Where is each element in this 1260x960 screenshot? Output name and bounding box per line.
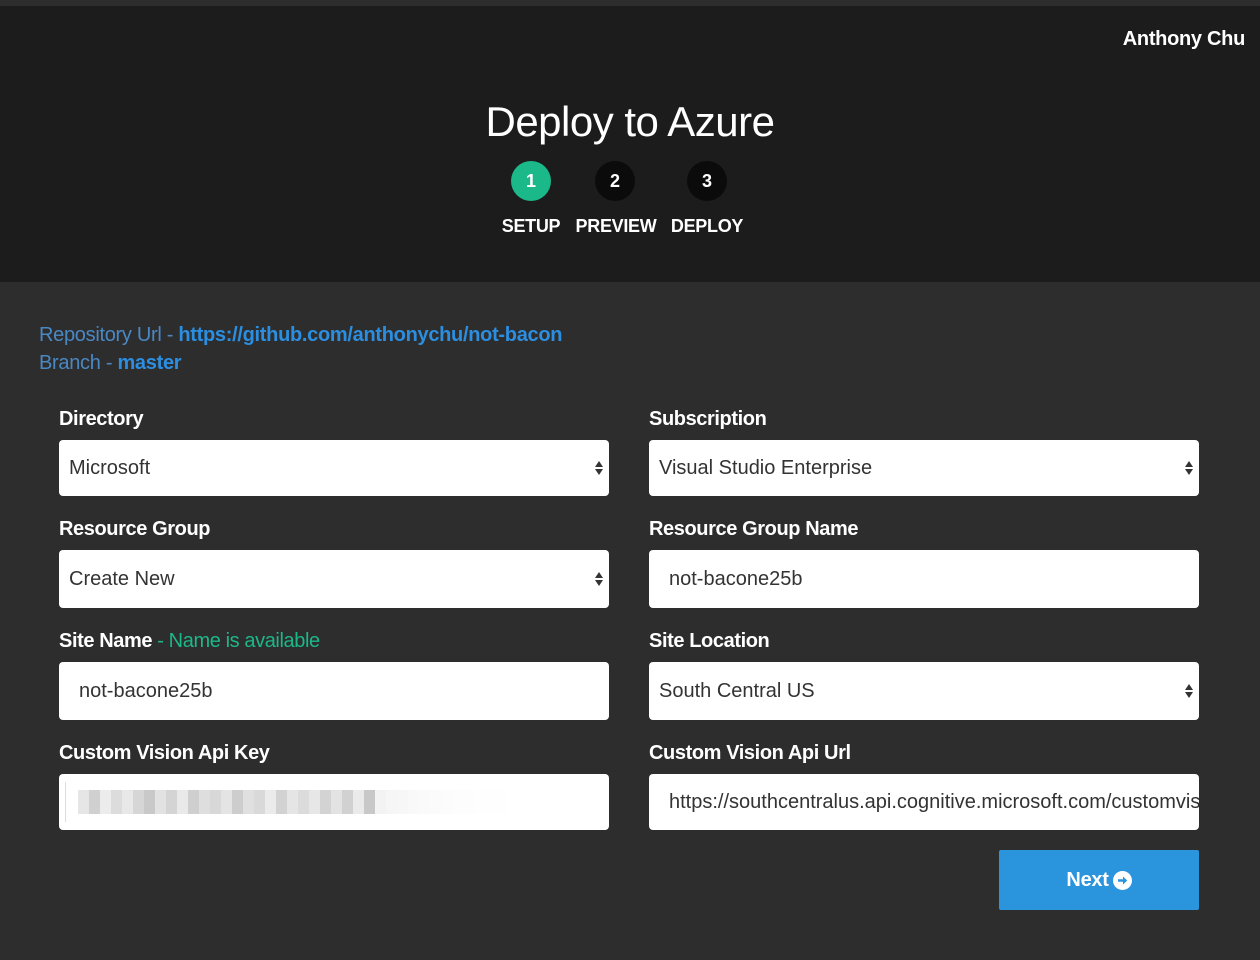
repository-url-label: Repository Url - [39, 324, 179, 346]
api-url-label: Custom Vision Api Url [649, 742, 851, 764]
api-key-label: Custom Vision Api Key [59, 742, 270, 764]
api-key-input[interactable] [59, 774, 609, 830]
site-name-label-row: Site Name - Name is available [59, 630, 320, 653]
resource-group-name-value: not-bacone25b [669, 567, 803, 590]
step-2-circle: 2 [595, 161, 635, 201]
next-button-label: Next [1066, 868, 1109, 891]
resource-group-name-label: Resource Group Name [649, 518, 859, 540]
directory-value: Microsoft [69, 456, 151, 479]
arrow-circle-right-icon [1112, 870, 1132, 890]
subscription-select[interactable]: Visual Studio Enterprise [649, 440, 1199, 496]
subscription-label: Subscription [649, 408, 767, 430]
resource-group-select[interactable]: Create New [59, 550, 609, 608]
subscription-value: Visual Studio Enterprise [659, 456, 873, 479]
page-header: Anthony Chu Deploy to Azure 1 2 3 SETUP … [0, 6, 1260, 282]
site-location-value: South Central US [659, 679, 815, 702]
directory-label: Directory [59, 408, 144, 430]
resource-group-value: Create New [69, 567, 175, 590]
select-arrows-icon [1185, 461, 1193, 475]
api-url-input[interactable]: https://southcentralus.api.cognitive.mic… [649, 774, 1199, 830]
user-name[interactable]: Anthony Chu [1123, 28, 1246, 51]
step-1-label: SETUP [501, 216, 561, 236]
step-3-label: DEPLOY [670, 216, 744, 236]
resource-group-label: Resource Group [59, 518, 211, 540]
repository-url-row: Repository Url - https://github.com/anth… [39, 324, 562, 347]
arrow-right-glyph [1117, 876, 1127, 884]
name-available-status: - Name is available [152, 630, 320, 652]
site-location-select[interactable]: South Central US [649, 662, 1199, 720]
resource-group-name-input[interactable]: not-bacone25b [649, 550, 1199, 608]
directory-select[interactable]: Microsoft [59, 440, 609, 496]
step-1-circle: 1 [511, 161, 551, 201]
select-arrows-icon [595, 572, 603, 586]
branch-label: Branch - [39, 352, 118, 374]
step-3-circle: 3 [687, 161, 727, 201]
site-name-value: not-bacone25b [79, 679, 213, 702]
input-caret [65, 782, 66, 822]
branch-link[interactable]: master [117, 352, 181, 374]
select-arrows-icon [1185, 684, 1193, 698]
site-name-label: Site Name [59, 630, 153, 652]
page-title: Deploy to Azure [485, 98, 775, 145]
site-location-label: Site Location [649, 630, 770, 652]
site-name-input[interactable]: not-bacone25b [59, 662, 609, 720]
api-url-value: https://southcentralus.api.cognitive.mic… [669, 790, 1199, 813]
select-arrows-icon [595, 461, 603, 475]
api-key-masked-value [78, 790, 518, 814]
repository-url-link[interactable]: https://github.com/anthonychu/not-bacon [178, 324, 562, 346]
branch-row: Branch - master [39, 352, 182, 375]
step-2-label: PREVIEW [575, 216, 657, 236]
next-button[interactable]: Next [999, 850, 1199, 910]
